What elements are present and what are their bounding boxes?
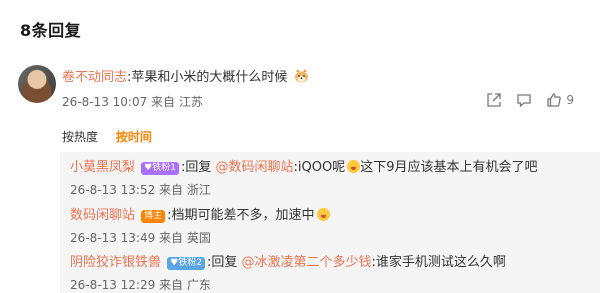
- reply-meta: 26-8-13 13:49 来自 英国: [70, 231, 211, 245]
- reply-meta: 26-8-13 12:29 来自 广东: [70, 278, 211, 292]
- reply-text: :iQOO呢: [293, 160, 346, 175]
- main-comment: 卷不动同志:苹果和小米的大概什么时候: [62, 66, 309, 85]
- reply-prefix: :回复: [180, 160, 212, 175]
- reply-username[interactable]: 小莫黑凤梨: [70, 160, 135, 175]
- reply-item: 小莫黑凤梨 ♥铁粉1:回复 @数码闲聊站:iQOO呢 这下9月应该基本上有机会了吧: [70, 156, 538, 175]
- smiling-face-icon: [316, 208, 330, 221]
- page-title: 8条回复: [20, 21, 82, 40]
- reply-prefix: :回复: [206, 255, 238, 270]
- comment-icon[interactable]: [516, 92, 532, 108]
- avatar[interactable]: [18, 65, 56, 103]
- reply-username[interactable]: 阴险狡诈银铁兽: [70, 255, 161, 270]
- sort-by-time[interactable]: 按时间: [116, 130, 152, 144]
- reply-mention[interactable]: @冰激凌第二个多少钱: [242, 255, 372, 270]
- sort-by-hot[interactable]: 按热度: [62, 130, 98, 144]
- reply-text: :谁家手机测试这么久啊: [371, 255, 506, 270]
- comment-meta: 26-8-13 10:07 来自 江苏: [62, 95, 203, 109]
- comment-text: 苹果和小米的大概什么时候: [131, 70, 288, 85]
- author-badge: 博主: [141, 210, 166, 223]
- sort-tabs: 按热度 按时间: [62, 128, 152, 145]
- reply-text-continued: 这下9月应该基本上有机会了吧: [360, 160, 538, 175]
- reply-item: 数码闲聊站 博主:档期可能差不多，加速中: [70, 204, 330, 223]
- reply-username[interactable]: 数码闲聊站: [70, 208, 135, 223]
- like-button[interactable]: 9: [546, 92, 574, 108]
- reply-item: 阴险狡诈银铁兽 ♥铁粉2:回复 @冰激凌第二个多少钱:谁家手机测试这么久啊: [70, 251, 506, 270]
- reply-text: :档期可能差不多，加速中: [167, 208, 315, 223]
- shiba-dog-icon: [294, 69, 309, 83]
- thumbs-up-icon: [546, 92, 562, 108]
- comment-username[interactable]: 卷不动同志: [62, 70, 127, 85]
- comment-actions: 9: [486, 92, 574, 108]
- like-count: 9: [566, 93, 574, 107]
- replies-panel: 小莫黑凤梨 ♥铁粉1:回复 @数码闲聊站:iQOO呢 这下9月应该基本上有机会了吧…: [60, 152, 600, 293]
- fan-badge: ♥铁粉2: [167, 257, 205, 270]
- fan-badge: ♥铁粉1: [141, 162, 179, 175]
- share-icon[interactable]: [486, 92, 502, 108]
- laughing-face-icon: [347, 160, 361, 173]
- reply-meta: 26-8-13 13:52 来自 浙江: [70, 183, 211, 197]
- reply-mention[interactable]: @数码闲聊站: [216, 160, 294, 175]
